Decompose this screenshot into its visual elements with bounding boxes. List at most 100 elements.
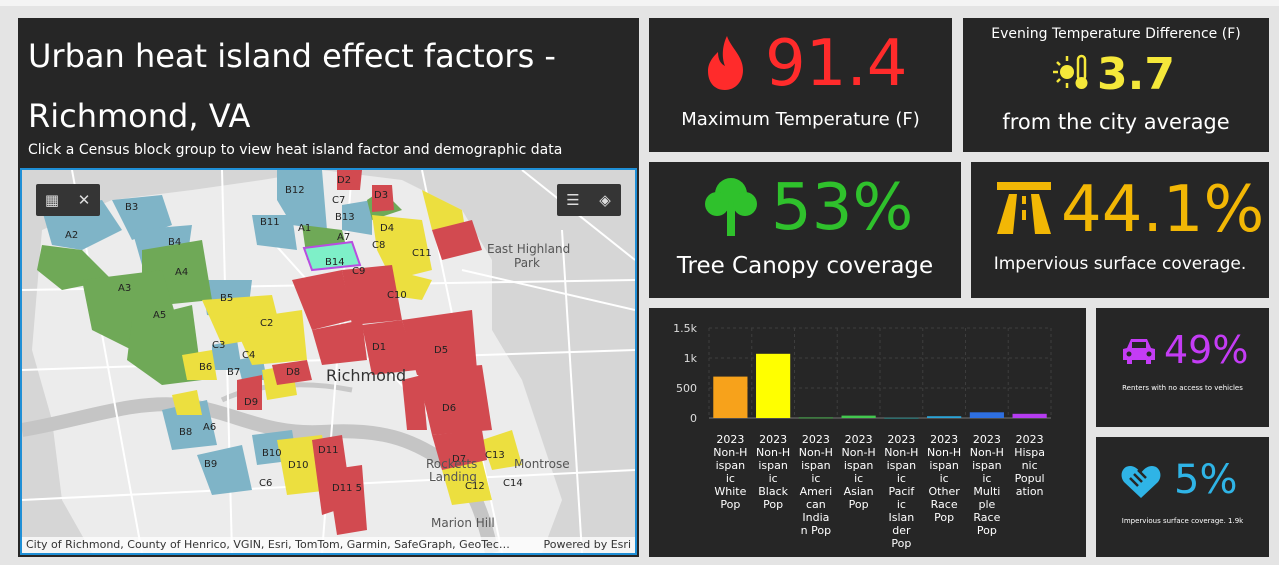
chart-x-tick-label: Ameri xyxy=(800,485,833,498)
map-view[interactable]: B12 D2 D3 C7 B13 B11 A1 A7 C8 D4 B3 A2 B… xyxy=(20,168,637,555)
place-rocketts-2: Landing xyxy=(429,470,477,484)
place-rocketts-1: Rocketts xyxy=(426,457,478,471)
chart-x-tick-label: 2023 xyxy=(802,433,830,446)
chart-x-tick-label: Pop xyxy=(891,537,911,550)
impervious-value: 44.1% xyxy=(1061,173,1265,247)
chart-x-tick-label: Non-H xyxy=(842,446,876,459)
attribution-text[interactable]: City of Richmond, County of Henrico, VGI… xyxy=(26,538,510,551)
chart-y-tick-label: 1k xyxy=(684,352,698,365)
place-montrose: Montrose xyxy=(514,457,570,471)
chart-x-tick-label: Pop xyxy=(720,498,740,511)
map-label: D2 xyxy=(337,175,352,186)
page-subtitle: Click a Census block group to view heat … xyxy=(28,142,563,158)
max-temp-card: 91.4 Maximum Temperature (F) xyxy=(649,18,952,152)
map-label: B5 xyxy=(220,293,234,304)
chart-x-tick-label: 2023 xyxy=(759,433,787,446)
map-label: B6 xyxy=(199,362,213,373)
map-toolbar-right: ☰ ◈ xyxy=(557,184,621,216)
chart-x-tick-label: Asian xyxy=(844,485,874,498)
chart-x-tick-label: ic xyxy=(897,498,906,511)
chart-x-tick-label: Non-H xyxy=(756,446,790,459)
impervious2-label: Impervious surface coverage. 1.9k xyxy=(1121,517,1244,525)
chart-x-tick-label: ispan xyxy=(972,459,1002,472)
map-label: D9 xyxy=(244,397,259,408)
map-label: A5 xyxy=(153,310,167,321)
legend-icon[interactable]: ☰ xyxy=(557,184,589,216)
chart-x-tick-label: ic xyxy=(769,472,778,485)
map-label: C14 xyxy=(503,478,523,489)
map-canvas[interactable] xyxy=(22,170,635,553)
map-label: A7 xyxy=(337,232,351,243)
evening-title: Evening Temperature Difference (F) xyxy=(991,26,1241,42)
highway-icon xyxy=(997,182,1051,234)
map-label: A4 xyxy=(175,267,189,278)
renters-value: 49% xyxy=(1164,328,1249,372)
demographics-bar-chart: 05001k1.5k2023Non-HispanicWhitePop2023No… xyxy=(673,322,1052,550)
chart-x-tick-label: Non-H xyxy=(799,446,833,459)
map-label: A3 xyxy=(118,283,132,294)
chart-x-tick-label: 2023 xyxy=(887,433,915,446)
map-label: B9 xyxy=(204,459,218,470)
select-icon[interactable]: ▦ xyxy=(36,184,68,216)
place-richmond: Richmond xyxy=(326,366,407,385)
map-label: C13 xyxy=(485,450,505,461)
chart-x-tick-label: ispan xyxy=(801,459,831,472)
flame-icon xyxy=(708,36,743,90)
chart-x-tick-label: Popul xyxy=(1015,472,1045,485)
powered-by-esri[interactable]: Powered by Esri xyxy=(543,537,631,553)
chart-x-tick-label: ispan xyxy=(844,459,874,472)
chart-x-tick-label: Pop xyxy=(934,511,954,524)
chart-x-tick-label: n Pop xyxy=(801,524,831,537)
chart-x-tick-label: ic xyxy=(811,472,820,485)
chart-x-tick-label: ispan xyxy=(887,459,917,472)
impervious-label: Impervious surface coverage. xyxy=(993,254,1247,274)
tree-label: Tree Canopy coverage xyxy=(676,253,934,279)
chart-x-tick-label: Race xyxy=(973,511,1000,524)
map-label: B3 xyxy=(125,202,139,213)
layers-icon[interactable]: ◈ xyxy=(589,184,621,216)
map-label: B11 xyxy=(260,217,280,228)
chart-x-tick-label: 2023 xyxy=(1016,433,1044,446)
chart-y-tick-label: 1.5k xyxy=(673,322,697,335)
top-bar xyxy=(0,0,1279,6)
chart-x-tick-label: ispan xyxy=(716,459,746,472)
map-label: D10 xyxy=(288,460,309,471)
chart-x-tick-label: Islan xyxy=(889,511,915,524)
map-label: C3 xyxy=(212,340,226,351)
close-icon[interactable]: ✕ xyxy=(68,184,100,216)
max-temp-label: Maximum Temperature (F) xyxy=(681,109,920,130)
map-label: C11 xyxy=(412,248,432,259)
map-label: B13 xyxy=(335,212,355,223)
map-label: A6 xyxy=(203,422,217,433)
title-line-2: Richmond, VA xyxy=(28,97,251,135)
chart-x-tick-label: nic xyxy=(1022,459,1038,472)
chart-x-tick-label: der xyxy=(892,524,911,537)
tree-value: 53% xyxy=(771,171,914,245)
demographics-chart-panel: 0 500 1k 1.5k 2023 Non-H ispan ic White Pop 2023 No… xyxy=(649,308,1086,557)
chart-x-tick-label: India xyxy=(802,511,829,524)
chart-x-tick-label: ple xyxy=(978,498,995,511)
evening-value: 3.7 xyxy=(1097,49,1175,100)
map-label: C4 xyxy=(242,350,256,361)
thermometer-sun-icon xyxy=(1053,54,1088,89)
chart-bar xyxy=(884,417,919,419)
chart-x-tick-label: ispan xyxy=(929,459,959,472)
chart-x-tick-label: Non-H xyxy=(884,446,918,459)
place-east-highland-2: Park xyxy=(514,256,540,270)
map-label: C2 xyxy=(260,318,274,329)
chart-x-tick-label: ic xyxy=(897,472,906,485)
place-east-highland-1: East Highland xyxy=(487,242,571,256)
impervious2-value: 5% xyxy=(1174,457,1238,503)
chart-x-tick-label: ic xyxy=(854,472,863,485)
chart-x-tick-label: Black xyxy=(758,485,788,498)
chart-x-tick-label: ic xyxy=(982,472,991,485)
map-toolbar-left: ▦ ✕ xyxy=(36,184,100,216)
map-label: B7 xyxy=(227,367,241,378)
map-label: D3 xyxy=(374,190,389,201)
chart-y-tick-label: 500 xyxy=(676,382,697,395)
impervious-secondary-card: 5% Impervious surface coverage. 1.9k xyxy=(1096,437,1269,557)
map-label: C6 xyxy=(259,478,273,489)
tree-icon xyxy=(705,178,757,236)
heart-hands-icon xyxy=(1121,466,1161,498)
map-panel: Urban heat island effect factors - Richm… xyxy=(18,18,639,557)
